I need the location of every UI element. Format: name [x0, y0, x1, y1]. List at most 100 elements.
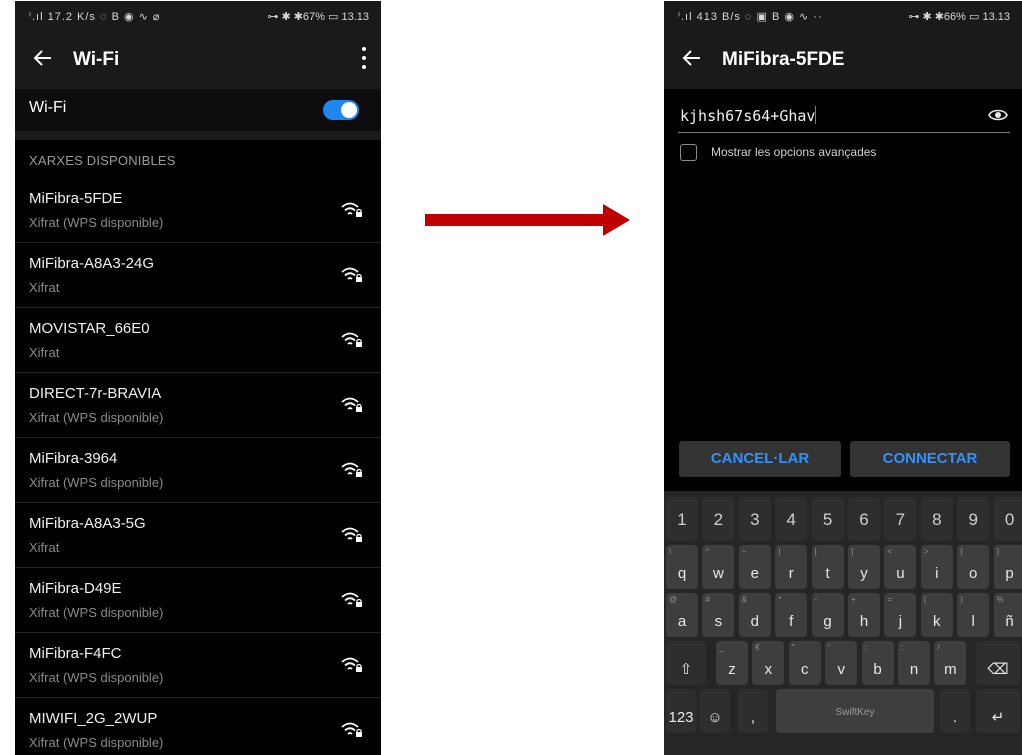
- wifi-toggle-switch[interactable]: [323, 100, 359, 120]
- key-e[interactable]: ~ e: [738, 545, 771, 589]
- period-key[interactable]: .: [940, 689, 970, 733]
- key-k[interactable]: (k: [920, 593, 953, 637]
- key-d[interactable]: & d: [738, 593, 771, 637]
- symbols-key[interactable]: 123: [666, 689, 696, 733]
- key-h[interactable]: + h: [848, 593, 880, 637]
- key-t[interactable]: [t: [811, 545, 844, 589]
- key-ñ[interactable]: % ñ: [993, 593, 1022, 637]
- back-arrow-icon[interactable]: [29, 43, 57, 73]
- network-item[interactable]: MiFibra-5FDE Xifrat (WPS disponible): [15, 178, 381, 243]
- backspace-key[interactable]: ⌫: [976, 641, 1020, 685]
- key-alt-symbol: {: [960, 547, 963, 556]
- key-1[interactable]: 1: [666, 497, 698, 541]
- enter-key[interactable]: ↵: [976, 689, 1020, 733]
- comma-key[interactable]: ,: [738, 689, 768, 733]
- key-p[interactable]: } p: [993, 545, 1022, 589]
- key-q[interactable]: \ q: [666, 545, 698, 589]
- key-3[interactable]: 3: [738, 497, 771, 541]
- status-bar: ⁱ.ıl 17.2 K/s ◌ B ◉ ∿ ⌀ ⊶ ✱ ✱67% ▭ 13.13: [15, 1, 381, 31]
- key-label: g: [823, 613, 832, 630]
- wifi-toggle-row[interactable]: Wi-Fi: [15, 89, 381, 131]
- key-n[interactable]: ; n: [898, 641, 930, 685]
- connect-button[interactable]: CONNECTAR: [850, 441, 1010, 477]
- key-8[interactable]: 8: [920, 497, 953, 541]
- key-s[interactable]: # s: [702, 593, 735, 637]
- password-input[interactable]: kjhsh67s64+Ghav: [678, 104, 1010, 133]
- key-alt-symbol: >: [923, 547, 929, 556]
- key-9[interactable]: 9: [957, 497, 990, 541]
- space-key[interactable]: SwiftKey: [776, 689, 934, 733]
- network-name: MOVISTAR_66E0: [29, 320, 150, 337]
- wifi-lock-icon: [341, 526, 363, 544]
- key-o[interactable]: {o: [957, 545, 990, 589]
- network-security: Xifrat (WPS disponible): [29, 735, 164, 750]
- key-alt-symbol: ;: [901, 643, 904, 652]
- cancel-button[interactable]: CANCEL·LAR: [679, 441, 841, 477]
- key-label: 9: [968, 510, 978, 529]
- key-label: 4: [786, 510, 796, 529]
- network-item[interactable]: DIRECT-7r-BRAVIA Xifrat (WPS disponible): [15, 373, 381, 438]
- key-7[interactable]: 7: [884, 497, 917, 541]
- key-f[interactable]: * f: [775, 593, 808, 637]
- network-item[interactable]: MiFibra-D49E Xifrat (WPS disponible): [15, 568, 381, 633]
- key-alt-symbol: :: [864, 643, 867, 652]
- key-label: 3: [750, 510, 760, 529]
- key-4[interactable]: 4: [775, 497, 808, 541]
- key-alt-symbol: *: [778, 595, 782, 604]
- key-i[interactable]: > i: [920, 545, 953, 589]
- key-b[interactable]: :b: [861, 641, 894, 685]
- network-item[interactable]: MiFibra-A8A3-5G Xifrat: [15, 503, 381, 568]
- key-g[interactable]: -g: [811, 593, 844, 637]
- key-j[interactable]: = j: [884, 593, 917, 637]
- key-x[interactable]: € x: [752, 641, 785, 685]
- advanced-options-checkbox[interactable]: [680, 144, 697, 161]
- network-item[interactable]: MiFibra-A8A3-24G Xifrat: [15, 243, 381, 308]
- status-bar: ⁱ.ıl 413 B/s ◌ ▣ B ◉ ∿ ·· ⊶ ✱ ✱66% ▭ 13.…: [664, 1, 1022, 31]
- key-m[interactable]: / m: [934, 641, 967, 685]
- key-z[interactable]: _ z: [716, 641, 748, 685]
- key-alt-symbol: _: [719, 643, 724, 652]
- network-security: Xifrat (WPS disponible): [29, 605, 164, 620]
- key-label: .: [952, 709, 958, 726]
- network-item[interactable]: MiFibra-3964 Xifrat (WPS disponible): [15, 438, 381, 503]
- wifi-lock-icon: [341, 461, 363, 479]
- key-6[interactable]: 6: [848, 497, 880, 541]
- key-5[interactable]: 5: [811, 497, 844, 541]
- key-alt-symbol: ~: [741, 547, 747, 556]
- key-0[interactable]: 0: [993, 497, 1022, 541]
- key-a[interactable]: @ a: [666, 593, 698, 637]
- emoji-key[interactable]: ☺: [700, 689, 730, 733]
- key-label: 8: [932, 510, 942, 529]
- key-label: ,: [750, 709, 756, 726]
- key-alt-symbol: |: [778, 547, 781, 556]
- network-item[interactable]: MOVISTAR_66E0 Xifrat: [15, 308, 381, 373]
- key-w[interactable]: ^ w: [702, 545, 735, 589]
- back-arrow-icon[interactable]: [678, 43, 706, 73]
- key-y[interactable]: ] y: [848, 545, 880, 589]
- advanced-options-label: Mostrar les opcions avançades: [711, 145, 877, 159]
- key-r[interactable]: | r: [775, 545, 808, 589]
- network-item[interactable]: MiFibra-F4FC Xifrat (WPS disponible): [15, 633, 381, 698]
- network-name: MiFibra-D49E: [29, 580, 122, 597]
- network-security: Xifrat (WPS disponible): [29, 215, 164, 230]
- key-v[interactable]: ' v: [825, 641, 858, 685]
- shift-key[interactable]: ⇧: [666, 641, 706, 685]
- wifi-toggle-label: Wi-Fi: [29, 99, 67, 116]
- key-2[interactable]: 2: [702, 497, 735, 541]
- key-label: c: [801, 661, 809, 678]
- network-item[interactable]: MIWIFI_2G_2WUP Xifrat (WPS disponible): [15, 698, 381, 755]
- key-label: 0: [1004, 510, 1015, 529]
- key-label: 123: [668, 709, 694, 726]
- page-title: Wi-Fi: [73, 49, 120, 70]
- more-options-icon[interactable]: [361, 47, 367, 71]
- wifi-lock-icon: [341, 331, 363, 349]
- key-label: 1: [677, 510, 687, 529]
- wifi-lock-icon: [341, 656, 363, 674]
- show-password-eye-icon[interactable]: [988, 107, 1008, 123]
- key-u[interactable]: < u: [884, 545, 917, 589]
- key-label: t: [825, 565, 830, 582]
- wifi-lock-icon: [341, 396, 363, 414]
- key-c[interactable]: " c: [788, 641, 821, 685]
- key-label: i: [935, 565, 939, 582]
- key-l[interactable]: ) l: [957, 593, 990, 637]
